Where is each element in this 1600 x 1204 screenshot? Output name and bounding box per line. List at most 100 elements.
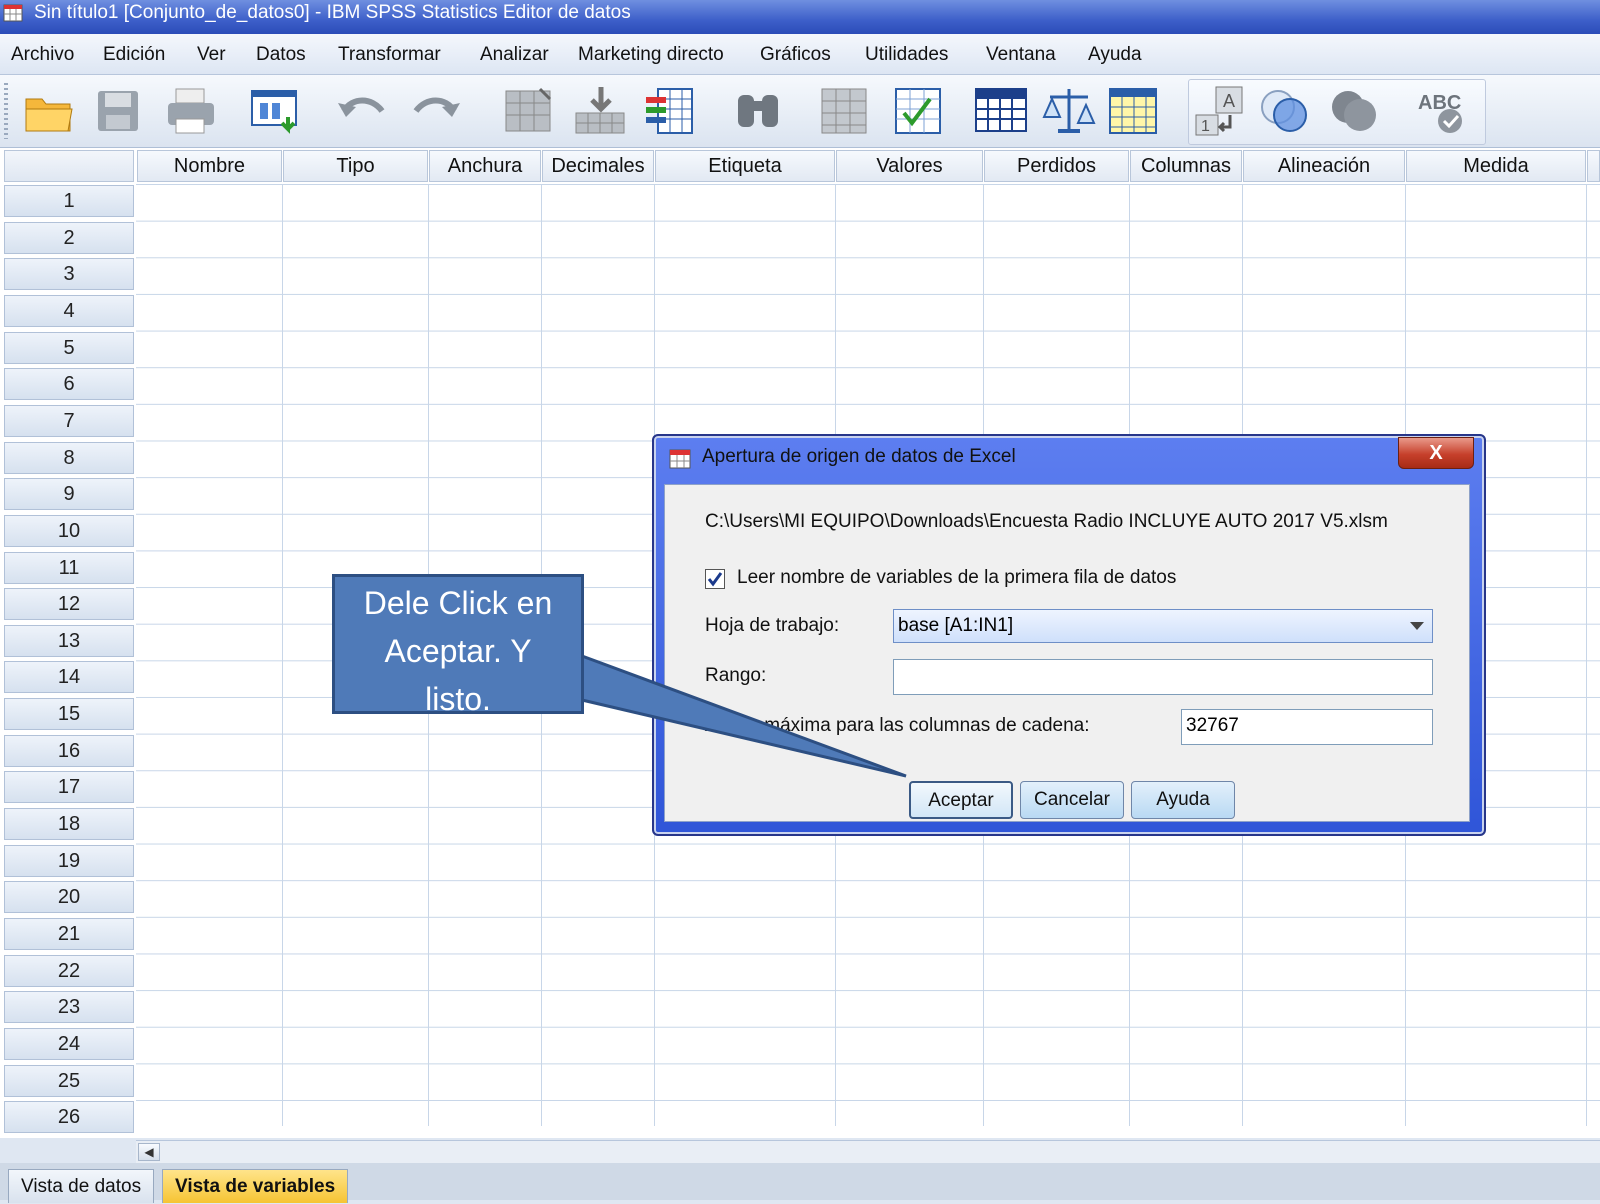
recall-dialog-icon[interactable] xyxy=(248,83,306,139)
row-header[interactable]: 13 xyxy=(4,624,134,657)
toolbar: A1 ABC xyxy=(0,75,1600,148)
use-sets-icon[interactable] xyxy=(1256,83,1314,139)
print-icon[interactable] xyxy=(162,83,220,139)
weight-cases-icon[interactable] xyxy=(1040,83,1098,139)
row-header[interactable]: 8 xyxy=(4,441,134,474)
sheet-label: Hoja de trabajo: xyxy=(705,615,840,636)
col-header-decimales[interactable]: Decimales xyxy=(542,150,654,182)
dialog-body: C:\Users\MI EQUIPO\Downloads\Encuesta Ra… xyxy=(664,484,1470,822)
row-header[interactable]: 1 xyxy=(4,185,134,217)
row-header[interactable]: 9 xyxy=(4,478,134,511)
col-header-alineacion[interactable]: Alineación xyxy=(1243,150,1405,182)
col-header-valores[interactable]: Valores xyxy=(836,150,983,182)
row-header[interactable]: 18 xyxy=(4,808,134,840)
read-names-checkbox[interactable] xyxy=(705,569,725,589)
chevron-down-icon[interactable] xyxy=(1410,622,1424,630)
redo-icon[interactable] xyxy=(406,83,464,139)
row-header[interactable]: 11 xyxy=(4,551,134,584)
toolbar-grip[interactable] xyxy=(4,83,8,139)
excel-open-dialog: Apertura de origen de datos de Excel X C… xyxy=(652,434,1486,836)
goto-case-icon[interactable] xyxy=(500,83,558,139)
row-header[interactable]: 2 xyxy=(4,221,134,254)
menu-ver[interactable]: Ver xyxy=(197,44,226,66)
split-file-icon[interactable] xyxy=(972,83,1030,139)
close-icon[interactable]: X xyxy=(1398,437,1474,469)
goto-variable-icon[interactable] xyxy=(572,83,630,139)
row-header[interactable]: 7 xyxy=(4,404,134,437)
col-header-perdidos[interactable]: Perdidos xyxy=(984,150,1129,182)
select-cases-icon[interactable] xyxy=(1104,83,1162,139)
row-header[interactable]: 17 xyxy=(4,771,134,804)
col-header-medida[interactable]: Medida xyxy=(1406,150,1586,182)
tab-vista-de-variables[interactable]: Vista de variables xyxy=(162,1169,349,1203)
row-header[interactable]: 12 xyxy=(4,588,134,621)
callout-line-2: Aceptar. Y xyxy=(384,633,532,669)
find-icon[interactable] xyxy=(730,83,788,139)
row-header[interactable]: 14 xyxy=(4,661,134,694)
show-all-variables-icon[interactable] xyxy=(1326,83,1384,139)
file-path: C:\Users\MI EQUIPO\Downloads\Encuesta Ra… xyxy=(705,511,1388,532)
row-header[interactable]: 5 xyxy=(4,331,134,364)
row-header[interactable]: 25 xyxy=(4,1064,134,1097)
maxwidth-label: An máxima para las columnas de cadena: xyxy=(705,715,1090,737)
menu-datos[interactable]: Datos xyxy=(256,44,306,66)
spell-check-icon[interactable]: ABC xyxy=(1414,83,1472,139)
row-header[interactable]: 26 xyxy=(4,1101,134,1134)
range-input[interactable] xyxy=(893,659,1433,695)
col-header-columnas[interactable]: Columnas xyxy=(1130,150,1242,182)
menu-ventana[interactable]: Ventana xyxy=(986,44,1056,66)
undo-icon[interactable] xyxy=(334,83,392,139)
col-header-anchura[interactable]: Anchura xyxy=(429,150,541,182)
dialog-title: Apertura de origen de datos de Excel xyxy=(702,446,1016,467)
open-folder-icon[interactable] xyxy=(20,83,78,139)
row-header[interactable]: 23 xyxy=(4,991,134,1024)
horizontal-scrollbar[interactable]: ◀ xyxy=(136,1140,1600,1163)
spss-app-icon xyxy=(3,4,23,22)
save-icon[interactable] xyxy=(90,83,148,139)
range-label: Rango: xyxy=(705,665,767,686)
insert-cases-icon[interactable] xyxy=(816,83,874,139)
sheet-select-value: base [A1:IN1] xyxy=(898,615,1014,636)
row-header[interactable]: 22 xyxy=(4,954,134,987)
menu-analizar[interactable]: Analizar xyxy=(480,44,549,66)
row-header[interactable]: 21 xyxy=(4,918,134,950)
grid-corner[interactable] xyxy=(4,150,134,182)
sheet-select[interactable]: base [A1:IN1] xyxy=(893,609,1433,643)
menu-edicion[interactable]: Edición xyxy=(103,44,165,66)
svg-text:A: A xyxy=(1223,91,1235,111)
tab-vista-de-datos[interactable]: Vista de datos xyxy=(8,1169,155,1203)
variables-icon[interactable] xyxy=(642,83,700,139)
maxwidth-input[interactable]: 32767 xyxy=(1181,709,1433,745)
menu-utilidades[interactable]: Utilidades xyxy=(865,44,948,66)
col-header-tipo[interactable]: Tipo xyxy=(283,150,428,182)
menu-archivo[interactable]: Archivo xyxy=(11,44,74,66)
row-header[interactable]: 19 xyxy=(4,844,134,877)
callout-line-1: Dele Click en xyxy=(363,585,553,621)
row-header[interactable]: 24 xyxy=(4,1027,134,1060)
menu-ayuda[interactable]: Ayuda xyxy=(1088,44,1142,66)
row-header[interactable]: 3 xyxy=(4,258,134,291)
col-header-partial[interactable] xyxy=(1587,150,1600,182)
value-labels-icon[interactable]: A1 xyxy=(1190,83,1248,139)
read-names-label[interactable]: Leer nombre de variables de la primera f… xyxy=(737,567,1176,589)
row-header[interactable]: 4 xyxy=(4,294,134,327)
row-header[interactable]: 20 xyxy=(4,881,134,914)
maxwidth-label-text: máxima para las columnas de cadena: xyxy=(764,715,1090,736)
menu-graficos[interactable]: Gráficos xyxy=(760,44,831,66)
col-header-nombre[interactable]: Nombre xyxy=(137,150,282,182)
menu-transformar[interactable]: Transformar xyxy=(338,44,441,66)
cancelar-button[interactable]: Cancelar xyxy=(1020,781,1124,819)
menu-marketing-directo[interactable]: Marketing directo xyxy=(578,44,724,66)
grid-line xyxy=(1586,184,1587,1126)
row-header[interactable]: 10 xyxy=(4,514,134,547)
row-header[interactable]: 16 xyxy=(4,734,134,767)
scroll-left-arrow-icon[interactable]: ◀ xyxy=(138,1143,160,1161)
callout-line-3: listo. xyxy=(425,681,491,717)
aceptar-button[interactable]: Aceptar xyxy=(909,781,1013,819)
col-header-etiqueta[interactable]: Etiqueta xyxy=(655,150,835,182)
ayuda-button[interactable]: Ayuda xyxy=(1131,781,1235,819)
insert-variable-icon[interactable] xyxy=(890,83,948,139)
row-header[interactable]: 15 xyxy=(4,698,134,731)
row-header[interactable]: 6 xyxy=(4,368,134,401)
checkmark-icon xyxy=(707,572,723,587)
